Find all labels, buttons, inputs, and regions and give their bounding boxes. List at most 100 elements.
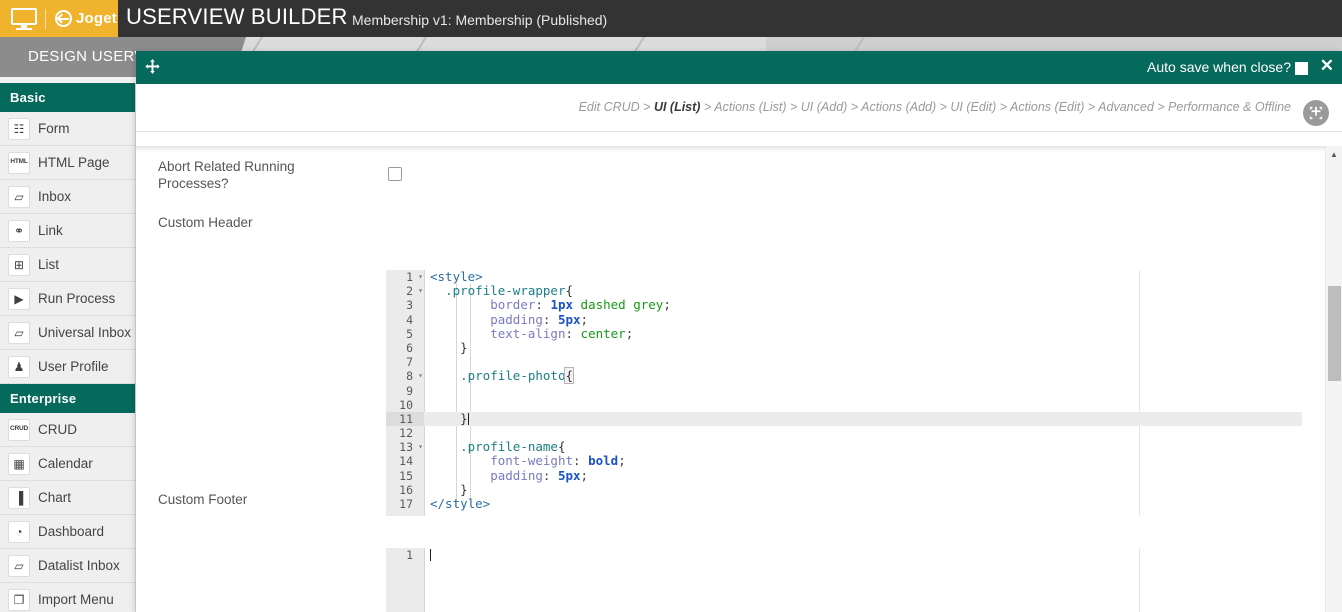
- sidebar-item-import-menu[interactable]: ❐Import Menu: [0, 583, 135, 612]
- editor-code-line[interactable]: font-weight: bold;: [424, 454, 1302, 468]
- sidebar-item-html-page[interactable]: HTMLHTML Page: [0, 146, 135, 180]
- editor-code-line[interactable]: .profile-name{: [424, 440, 1302, 454]
- editor-line-number[interactable]: 11: [386, 412, 424, 426]
- code-fold-toggle-icon[interactable]: ▾: [418, 284, 423, 298]
- editor-code-area[interactable]: <style> .profile-wrapper{ border: 1px da…: [424, 270, 1302, 516]
- sidebar-item-universal-inbox[interactable]: ▱Universal Inbox: [0, 316, 135, 350]
- abort-checkbox[interactable]: [388, 167, 402, 181]
- crud-icon: CRUD: [8, 419, 30, 441]
- move-arrows-icon[interactable]: [144, 59, 161, 76]
- sidebar-item-user-profile[interactable]: ♟ User Profile: [0, 350, 135, 384]
- brand-text: Joget: [76, 10, 117, 27]
- editor-code-line[interactable]: [424, 384, 1302, 398]
- modal-scrollbar[interactable]: ▲: [1325, 146, 1342, 612]
- scrollbar-thumb[interactable]: [1328, 286, 1341, 381]
- custom-footer-code-editor[interactable]: 1: [386, 548, 1302, 612]
- editor-code-line[interactable]: .profile-wrapper{: [424, 284, 1302, 298]
- sidebar-item-label: User Profile: [38, 359, 109, 374]
- abort-label: Abort Related Running Processes?: [158, 158, 358, 192]
- gauge-dashboard-icon: ◔: [8, 521, 30, 543]
- page-title: USERVIEW BUILDER: [126, 4, 348, 30]
- play-triangle-icon: ▶: [8, 288, 30, 310]
- content-top-shadow: [136, 146, 1342, 152]
- editor-line-number[interactable]: 5: [386, 327, 424, 341]
- breadcrumb-item-edit-crud[interactable]: Edit CRUD: [579, 100, 640, 114]
- sidebar-item-dashboard[interactable]: ◔ Dashboard: [0, 515, 135, 549]
- user-edit-icon: ♟: [8, 356, 30, 378]
- custom-footer-label: Custom Footer: [158, 491, 358, 508]
- breadcrumb-item-advanced[interactable]: Advanced: [1098, 100, 1154, 114]
- editor-line-number[interactable]: 10: [386, 398, 424, 412]
- sidebar-item-label: Dashboard: [38, 524, 104, 539]
- editor-code-line[interactable]: [424, 548, 1302, 562]
- editor-line-number[interactable]: 14: [386, 454, 424, 468]
- sidebar-item-form[interactable]: ☷Form: [0, 112, 135, 146]
- editor-line-number[interactable]: 12: [386, 426, 424, 440]
- breadcrumb-separator: >: [700, 100, 714, 114]
- editor-code-line[interactable]: }: [424, 412, 1302, 426]
- autosave-checkbox[interactable]: [1295, 62, 1308, 75]
- code-fold-toggle-icon[interactable]: ▾: [418, 440, 423, 454]
- sidebar-item-datalist-inbox[interactable]: ▱Datalist Inbox: [0, 549, 135, 583]
- breadcrumb-item-actions-list[interactable]: Actions (List): [714, 100, 786, 114]
- autosave-label: Auto save when close?: [1147, 59, 1291, 75]
- editor-code-line[interactable]: text-align: center;: [424, 327, 1302, 341]
- editor-line-number[interactable]: 1: [386, 548, 424, 562]
- modal-titlebar[interactable]: Auto save when close? ✕: [136, 51, 1342, 84]
- breadcrumb-separator: >: [640, 100, 654, 114]
- custom-header-code-editor[interactable]: i1▾2▾345678▾910111213▾14151617<style> .p…: [386, 270, 1302, 516]
- editor-code-line[interactable]: [424, 426, 1302, 440]
- app-bar: Joget USERVIEW BUILDER Membership v1: Me…: [0, 0, 1342, 37]
- breadcrumb-bar: Edit CRUD > UI (List) > Actions (List) >…: [136, 84, 1342, 132]
- editor-line-number[interactable]: 6: [386, 341, 424, 355]
- scroll-up-arrow-icon[interactable]: ▲: [1326, 146, 1342, 163]
- breadcrumb-item-ui-add[interactable]: UI (Add): [801, 100, 848, 114]
- editor-code-line[interactable]: [424, 398, 1302, 412]
- editor-line-number[interactable]: 9: [386, 384, 424, 398]
- close-icon[interactable]: ✕: [1320, 57, 1334, 74]
- breadcrumb-separator: >: [996, 100, 1010, 114]
- editor-code-line[interactable]: padding: 5px;: [424, 469, 1302, 483]
- editor-line-number[interactable]: 8▾: [386, 369, 424, 383]
- editor-code-area[interactable]: [424, 548, 1302, 612]
- breadcrumb-item-actions-edit[interactable]: Actions (Edit): [1010, 100, 1084, 114]
- editor-line-number[interactable]: 1▾: [386, 270, 424, 284]
- editor-code-line[interactable]: </style>: [424, 497, 1302, 511]
- editor-code-line[interactable]: .profile-photo{: [424, 369, 1302, 383]
- sidebar-item-crud[interactable]: CRUD CRUD: [0, 413, 135, 447]
- editor-line-number[interactable]: 7: [386, 355, 424, 369]
- editor-line-number[interactable]: 16: [386, 483, 424, 497]
- breadcrumb-separator: >: [936, 100, 950, 114]
- editor-line-number[interactable]: 17: [386, 497, 424, 511]
- editor-code-line[interactable]: }: [424, 483, 1302, 497]
- expand-arrows-icon[interactable]: [1303, 100, 1329, 126]
- breadcrumb[interactable]: Edit CRUD > UI (List) > Actions (List) >…: [579, 100, 1291, 114]
- breadcrumb-item-ui-edit[interactable]: UI (Edit): [950, 100, 996, 114]
- sidebar-item-link[interactable]: ⚭Link: [0, 214, 135, 248]
- sidebar-item-label: HTML Page: [38, 155, 110, 170]
- sidebar-item-inbox[interactable]: ▱Inbox: [0, 180, 135, 214]
- sidebar-item-run-process[interactable]: ▶Run Process: [0, 282, 135, 316]
- breadcrumb-item-performance-offline[interactable]: Performance & Offline: [1168, 100, 1291, 114]
- editor-line-number[interactable]: 3: [386, 298, 424, 312]
- sidebar-item-calendar[interactable]: ▦Calendar: [0, 447, 135, 481]
- inbox-tray-icon: ▱: [8, 186, 30, 208]
- editor-line-number[interactable]: 2▾: [386, 284, 424, 298]
- sidebar-item-chart[interactable]: ▐Chart: [0, 481, 135, 515]
- editor-code-line[interactable]: <style>: [424, 270, 1302, 284]
- joget-circle-arrow-icon: [55, 10, 72, 27]
- code-fold-toggle-icon[interactable]: ▾: [418, 270, 423, 284]
- breadcrumb-item-ui-list[interactable]: UI (List): [654, 100, 701, 114]
- breadcrumb-item-actions-add[interactable]: Actions (Add): [861, 100, 936, 114]
- editor-code-line[interactable]: padding: 5px;: [424, 313, 1302, 327]
- editor-code-line[interactable]: border: 1px dashed grey;: [424, 298, 1302, 312]
- brand-logo-block[interactable]: Joget: [0, 0, 118, 37]
- sidebar-item-list[interactable]: ⊞List: [0, 248, 135, 282]
- editor-code-line[interactable]: }: [424, 341, 1302, 355]
- code-fold-toggle-icon[interactable]: ▾: [418, 369, 423, 383]
- editor-line-number[interactable]: 15: [386, 469, 424, 483]
- sidebar[interactable]: Basic☷FormHTMLHTML Page▱Inbox⚭Link⊞List▶…: [0, 83, 136, 612]
- editor-line-number[interactable]: 4: [386, 313, 424, 327]
- editor-line-number[interactable]: 13▾: [386, 440, 424, 454]
- sidebar-item-label: CRUD: [38, 422, 77, 437]
